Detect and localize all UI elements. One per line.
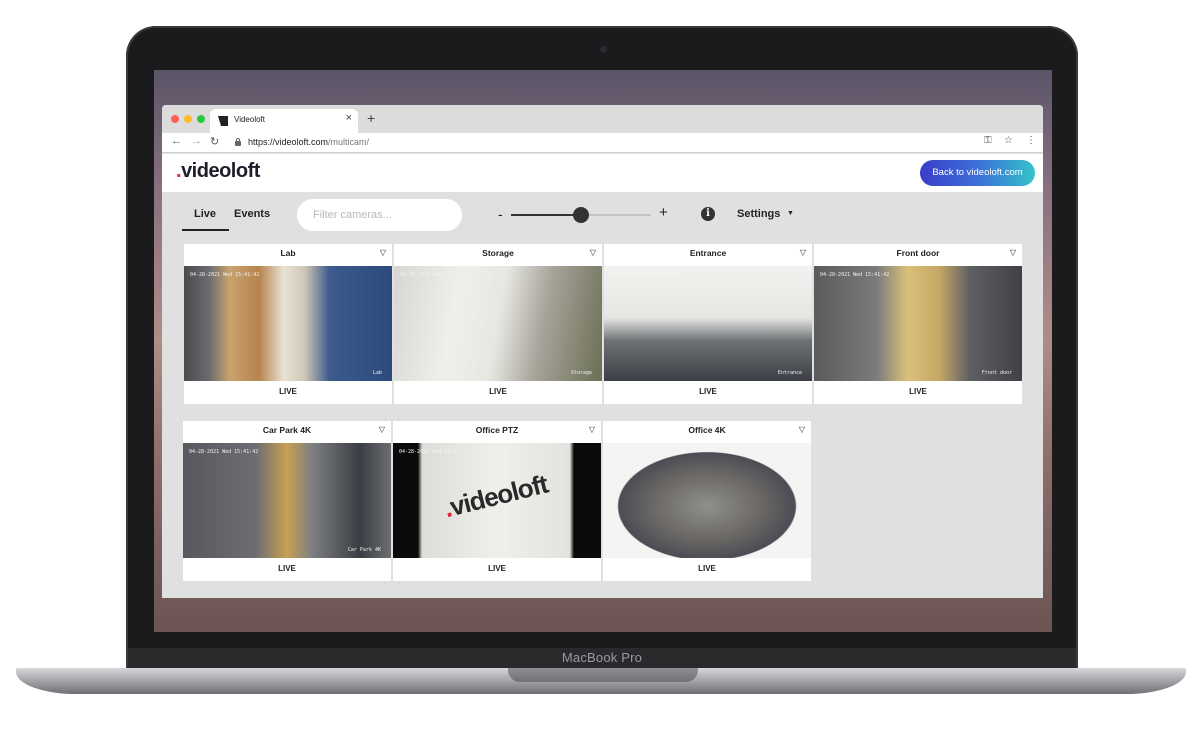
feed-camera-name: Front door	[981, 370, 1012, 376]
feed-camera-name: Lab	[372, 370, 382, 376]
zoom-in-button[interactable]: +	[659, 204, 668, 221]
feed-timestamp: 04-28-2021 Wed 15:41:42	[820, 272, 890, 278]
feed-camera-name: Storage	[570, 370, 592, 376]
filter-cameras-input[interactable]	[297, 199, 462, 231]
chevron-down-icon[interactable]: ▽	[589, 425, 595, 434]
camera-card-front-door[interactable]: Front door ▽ 04-28-2021 Wed 15:41:42 Fro…	[814, 244, 1022, 404]
close-window-button[interactable]	[171, 115, 179, 123]
chevron-down-icon[interactable]: ▽	[379, 425, 385, 434]
back-to-videoloft-button[interactable]: Back to videoloft.com	[920, 160, 1035, 186]
camera-feed[interactable]: 04-28-2021 Wed 15:41:22	[603, 443, 811, 558]
camera-title: Office PTZ	[475, 425, 519, 435]
info-icon[interactable]: i	[701, 207, 715, 221]
chevron-down-icon[interactable]: ▽	[380, 248, 386, 257]
videoloft-logo[interactable]: .videoloft	[176, 160, 260, 183]
feed-camera-name: Car Park 4K	[347, 547, 381, 553]
zoom-slider-fill	[511, 214, 581, 216]
live-status-label: LIVE	[278, 564, 296, 573]
camera-title: Front door	[896, 248, 940, 258]
maximize-window-button[interactable]	[197, 115, 205, 123]
camera-title: Office 4K	[688, 425, 726, 435]
camera-title: Car Park 4K	[262, 425, 312, 435]
tab-events[interactable]: Events	[234, 208, 270, 220]
new-tab-button[interactable]: +	[367, 110, 375, 126]
camera-card-storage[interactable]: Storage ▽ 04-28-2021 Wed 15:41:44 Storag…	[394, 244, 602, 404]
close-tab-icon[interactable]: ×	[346, 112, 352, 124]
zoom-slider-thumb[interactable]	[573, 207, 589, 223]
url-field[interactable]: https://videoloft.com/multicam/	[226, 135, 1026, 151]
device-label: MacBook Pro	[561, 650, 643, 665]
tab-live[interactable]: Live	[194, 208, 216, 220]
arrow-left-icon[interactable]: ←	[171, 135, 182, 147]
zoom-out-button[interactable]: -	[498, 206, 503, 222]
browser-window: Videoloft × + ← → ↻ https://videoloft.co…	[162, 105, 1043, 598]
camera-title: Lab	[280, 248, 296, 258]
camera-card-office-4k[interactable]: Office 4K ▽ 04-28-2021 Wed 15:41:22 LIVE	[603, 421, 811, 581]
reload-icon[interactable]: ↻	[210, 135, 219, 148]
minimize-window-button[interactable]	[184, 115, 192, 123]
browser-tab[interactable]: Videoloft ×	[210, 109, 358, 133]
camera-card-entrance[interactable]: Entrance ▽ 04-28-2021 Wed 15:41:40 Entra…	[604, 244, 812, 404]
feed-camera-name: Entrance	[777, 370, 802, 376]
tab-title: Videoloft	[234, 115, 265, 124]
camera-card-office-ptz[interactable]: Office PTZ ▽ 04-28-2021 Wed 15:41:41 .vi…	[393, 421, 601, 581]
live-status-label: LIVE	[699, 387, 717, 396]
arrow-right-icon[interactable]: →	[191, 135, 202, 147]
kebab-menu-icon[interactable]: ⋮	[1026, 135, 1036, 146]
camera-title: Storage	[482, 248, 514, 258]
feed-timestamp: 04-28-2021 Wed 15:41:22	[609, 449, 679, 455]
chevron-down-icon[interactable]: ▽	[1010, 248, 1016, 257]
chevron-down-icon[interactable]: ▽	[800, 248, 806, 257]
camera-feed[interactable]: 04-28-2021 Wed 15:41:42 Car Park 4K	[183, 443, 391, 558]
live-status-label: LIVE	[488, 564, 506, 573]
star-icon[interactable]: ☆	[1004, 135, 1013, 146]
feed-timestamp: 04-28-2021 Wed 15:41:44	[400, 272, 470, 278]
zoom-slider[interactable]	[511, 207, 651, 223]
lock-icon	[235, 138, 241, 146]
camera-feed[interactable]: 04-28-2021 Wed 15:41:41 .videoloft	[393, 443, 601, 558]
camera-feed[interactable]: 04-28-2021 Wed 15:41:42 Lab	[184, 266, 392, 381]
feed-timestamp: 04-28-2021 Wed 15:41:42	[189, 449, 259, 455]
live-status-label: LIVE	[698, 564, 716, 573]
key-icon[interactable]: ⚿	[984, 135, 992, 146]
camera-card-car-park-4k[interactable]: Car Park 4K ▽ 04-28-2021 Wed 15:41:42 Ca…	[183, 421, 391, 581]
app-header: .videoloft Back to videoloft.com	[162, 154, 1043, 192]
videoloft-wall-sign: .videoloft	[440, 468, 551, 524]
tab-bar: Videoloft × +	[162, 105, 1043, 133]
feed-timestamp: 04-28-2021 Wed 15:41:40	[610, 272, 680, 278]
webcam-dot	[600, 46, 607, 53]
feed-timestamp: 04-28-2021 Wed 15:41:42	[190, 272, 260, 278]
live-status-label: LIVE	[489, 387, 507, 396]
laptop-notch	[508, 668, 698, 682]
videoloft-favicon-icon	[218, 116, 228, 126]
address-bar: ← → ↻ https://videoloft.com/multicam/ ⚿ …	[162, 133, 1043, 153]
camera-card-lab[interactable]: Lab ▽ 04-28-2021 Wed 15:41:42 Lab LIVE	[184, 244, 392, 404]
settings-dropdown[interactable]: Settings	[737, 208, 780, 220]
feed-timestamp: 04-28-2021 Wed 15:41:41	[399, 449, 469, 455]
camera-feed[interactable]: 04-28-2021 Wed 15:41:42 Front door	[814, 266, 1022, 381]
camera-feed[interactable]: 04-28-2021 Wed 15:41:44 Storage	[394, 266, 602, 381]
url-text: https://videoloft.com/multicam/	[248, 137, 370, 147]
live-status-label: LIVE	[279, 387, 297, 396]
camera-title: Entrance	[689, 248, 727, 258]
chevron-down-icon[interactable]: ▽	[799, 425, 805, 434]
active-tab-indicator	[182, 229, 229, 231]
camera-feed[interactable]: 04-28-2021 Wed 15:41:40 Entrance	[604, 266, 812, 381]
chevron-down-icon[interactable]: ▽	[590, 248, 596, 257]
caret-down-icon[interactable]: ▼	[787, 210, 794, 217]
multicam-toolbar: Live Events - + i Settings ▼	[162, 192, 1043, 244]
live-status-label: LIVE	[909, 387, 927, 396]
